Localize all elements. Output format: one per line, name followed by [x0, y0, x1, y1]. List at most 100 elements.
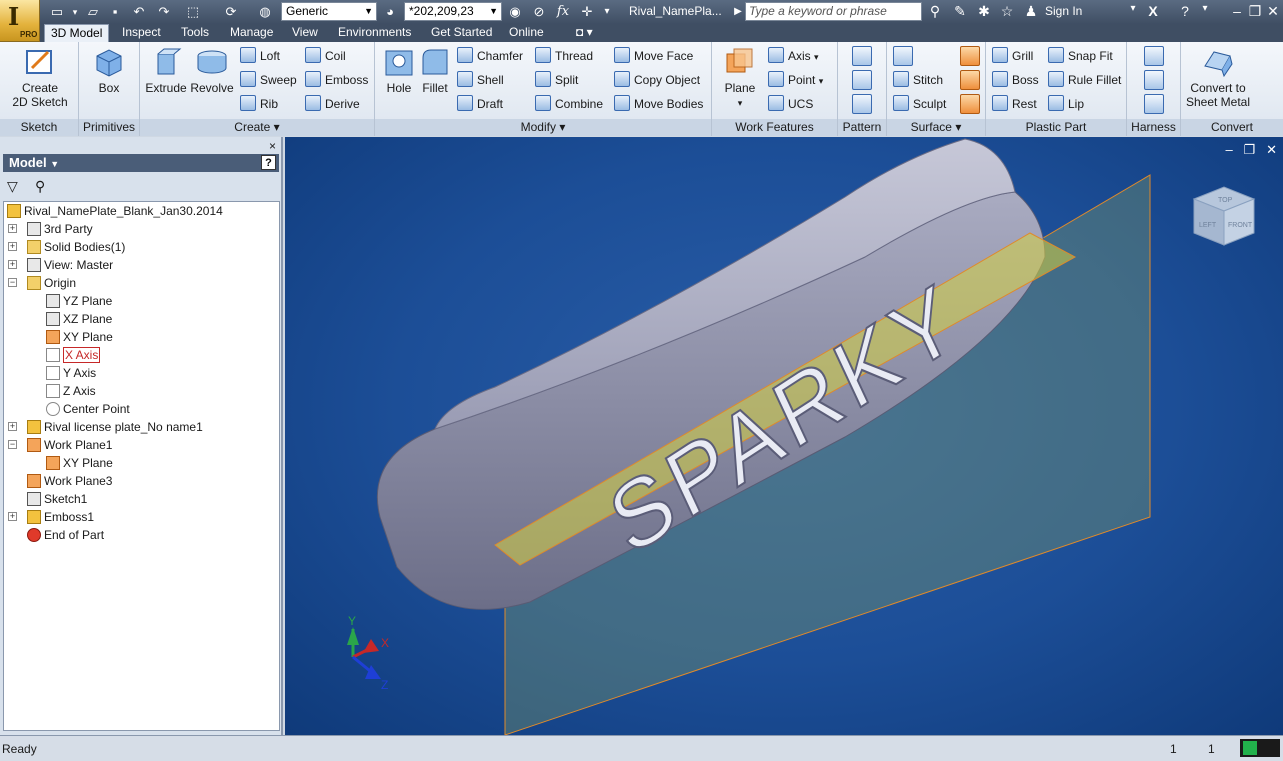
circular-pattern-icon[interactable]	[852, 70, 872, 90]
box-button[interactable]: Box	[87, 46, 131, 95]
stitch-button[interactable]: Stitch	[893, 70, 943, 90]
undo-icon[interactable]: ↶	[130, 3, 148, 21]
sweep-button[interactable]: Sweep	[240, 70, 297, 90]
filter-icon[interactable]: ▽	[7, 178, 18, 195]
mirror-icon[interactable]	[852, 94, 872, 114]
exchange-icon[interactable]: X	[1144, 3, 1162, 19]
ribbon-options-icon[interactable]: ◘ ▾	[570, 24, 599, 42]
tree-node-3rd-party[interactable]: 3rd Party	[27, 220, 93, 238]
browser-header[interactable]: Model ▼ ?	[3, 154, 279, 172]
clear-override-icon[interactable]: ⊘	[530, 3, 548, 21]
tab-3d-model[interactable]: 3D Model	[44, 24, 110, 42]
tree-node-view-master[interactable]: View: Master	[27, 256, 113, 274]
help-icon[interactable]: ?	[1176, 3, 1194, 19]
sign-in-dropdown-icon[interactable]: ▾	[1124, 3, 1142, 14]
trim-icon[interactable]	[960, 70, 980, 90]
tree-node-xy-plane[interactable]: XY Plane	[46, 328, 113, 346]
tree-node-origin[interactable]: Origin	[27, 274, 76, 292]
emboss-button[interactable]: Emboss	[305, 70, 368, 90]
tree-node-end-of-part[interactable]: End of Part	[27, 526, 104, 544]
sculpt-button[interactable]: Sculpt	[893, 94, 946, 114]
grill-button[interactable]: Grill	[992, 46, 1033, 66]
update-icon[interactable]: ⟳	[222, 3, 240, 21]
tab-view[interactable]: View	[286, 24, 324, 42]
tree-node-derived-part[interactable]: Rival license plate_No name1	[27, 418, 203, 436]
plus-icon[interactable]: ✛	[578, 3, 596, 21]
tree-node-work-plane3[interactable]: Work Plane3	[27, 472, 112, 490]
ucs-button[interactable]: UCS	[768, 94, 813, 114]
fx-icon[interactable]: fx	[554, 3, 572, 21]
surface-panel-label[interactable]: Surface ▾	[887, 119, 985, 136]
create-2d-sketch-button[interactable]: Create 2D Sketch	[8, 46, 72, 109]
tab-inspect[interactable]: Inspect	[116, 24, 167, 42]
tree-node-y-axis[interactable]: Y Axis	[46, 364, 96, 382]
tab-environments[interactable]: Environments	[332, 24, 417, 42]
tab-get-started[interactable]: Get Started	[425, 24, 498, 42]
copy-object-button[interactable]: Copy Object	[614, 70, 700, 90]
tree-node-part[interactable]: Rival_NamePlate_Blank_Jan30.2014	[7, 202, 223, 220]
rule-fillet-button[interactable]: Rule Fillet	[1048, 70, 1121, 90]
close-window-icon[interactable]: ✕	[1264, 3, 1282, 20]
tree-node-x-axis[interactable]: X Axis	[46, 346, 101, 364]
rectangular-pattern-icon[interactable]	[852, 46, 872, 66]
tree-node-yz-plane[interactable]: YZ Plane	[46, 292, 112, 310]
tab-online[interactable]: Online	[503, 24, 550, 42]
move-bodies-button[interactable]: Move Bodies	[614, 94, 703, 114]
derive-button[interactable]: Derive	[305, 94, 360, 114]
new-dropdown-icon[interactable]: ▾	[66, 3, 84, 21]
view-cube[interactable]: TOP LEFT FRONT	[1189, 181, 1259, 251]
expand-icon[interactable]: +	[8, 224, 17, 233]
return-icon[interactable]: ⬚	[184, 3, 202, 21]
new-icon[interactable]: ▭	[48, 3, 66, 21]
rest-button[interactable]: Rest	[992, 94, 1037, 114]
convert-to-sheet-metal-button[interactable]: Convert to Sheet Metal	[1183, 46, 1253, 109]
hole-button[interactable]: Hole	[379, 46, 419, 95]
color-override-dropdown[interactable]: *202,209,23 ▼	[404, 2, 502, 21]
thicken-icon[interactable]	[893, 46, 913, 66]
revolve-button[interactable]: Revolve	[188, 46, 236, 95]
color-wheel-icon[interactable]: ◕	[381, 3, 399, 21]
tree-node-work-plane1[interactable]: Work Plane1	[27, 436, 112, 454]
rib-button[interactable]: Rib	[240, 94, 278, 114]
boss-button[interactable]: Boss	[992, 70, 1039, 90]
expand-icon[interactable]: +	[8, 512, 17, 521]
tree-node-xz-plane[interactable]: XZ Plane	[46, 310, 112, 328]
chamfer-button[interactable]: Chamfer	[457, 46, 523, 66]
material-icon[interactable]: ◍	[256, 3, 274, 21]
expand-icon[interactable]: +	[8, 422, 17, 431]
collapse-icon[interactable]: −	[8, 278, 17, 287]
close-browser-icon[interactable]: ×	[269, 139, 276, 153]
help-search-input[interactable]: Type a keyword or phrase	[745, 2, 922, 21]
help-dropdown-icon[interactable]: ▾	[1196, 3, 1214, 14]
harness-edit-icon[interactable]	[1144, 70, 1164, 90]
minimize-icon[interactable]: –	[1228, 3, 1246, 19]
coil-button[interactable]: Coil	[305, 46, 346, 66]
graphics-viewport[interactable]: – ❐ ✕ SPARKY Y X Z TOP LEFT FRONT	[285, 137, 1283, 735]
combine-button[interactable]: Combine	[535, 94, 603, 114]
collapse-icon[interactable]: −	[8, 440, 17, 449]
delete-face-icon[interactable]	[960, 94, 980, 114]
create-panel-label[interactable]: Create ▾	[140, 119, 374, 136]
redo-icon[interactable]: ↷	[155, 3, 173, 21]
tools-icon[interactable]: ✎	[951, 3, 969, 20]
plane-button[interactable]: Plane ▾	[718, 46, 762, 110]
snap-fit-button[interactable]: Snap Fit	[1048, 46, 1113, 66]
tab-tools[interactable]: Tools	[175, 24, 215, 42]
draft-button[interactable]: Draft	[457, 94, 503, 114]
lip-button[interactable]: Lip	[1048, 94, 1084, 114]
communication-icon[interactable]: ✱	[975, 3, 993, 20]
shell-button[interactable]: Shell	[457, 70, 504, 90]
patch-icon[interactable]	[960, 46, 980, 66]
tree-node-xy-plane-ref[interactable]: XY Plane	[46, 454, 113, 472]
thread-button[interactable]: Thread	[535, 46, 593, 66]
sign-in-link[interactable]: Sign In	[1045, 4, 1082, 18]
application-menu-button[interactable]: I PRO	[0, 0, 40, 42]
point-button[interactable]: Point ▾	[768, 70, 823, 90]
tree-node-center-point[interactable]: Center Point	[46, 400, 130, 418]
tab-manage[interactable]: Manage	[224, 24, 279, 42]
save-icon[interactable]: ▪	[106, 3, 124, 21]
find-icon[interactable]: ⚲	[35, 178, 45, 195]
binoculars-icon[interactable]: ⚲	[926, 3, 944, 20]
tree-node-z-axis[interactable]: Z Axis	[46, 382, 96, 400]
appearance-dropdown[interactable]: Generic ▼	[281, 2, 377, 21]
